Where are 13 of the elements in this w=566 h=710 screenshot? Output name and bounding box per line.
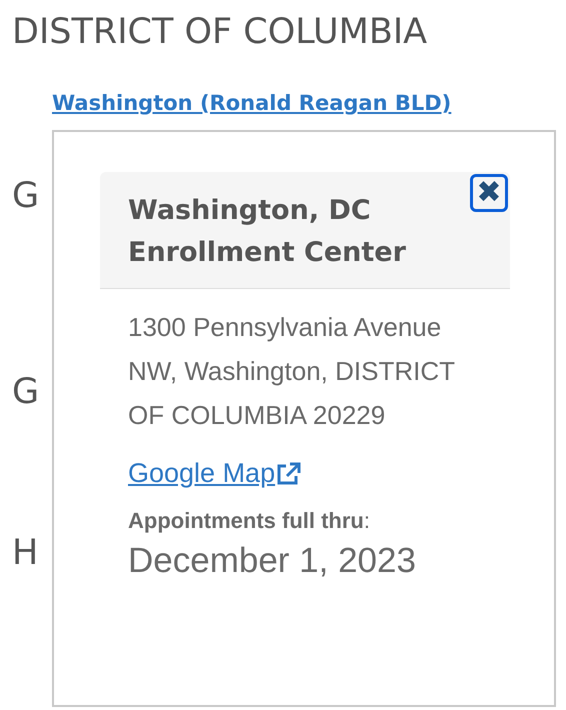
state-heading: G <box>12 370 40 414</box>
state-heading: DISTRICT OF COLUMBIA <box>12 11 428 54</box>
colon-text: : <box>364 506 370 534</box>
map-link[interactable]: Google Map <box>128 453 276 494</box>
availability-date: December 1, 2023 <box>128 540 417 582</box>
state-heading: G <box>12 174 40 218</box>
external-link-icon <box>275 462 302 486</box>
close-button[interactable]: ✖ <box>470 174 508 212</box>
address-text: 1300 Pennsylvania Avenue NW, Washington, DISTRICT OF COLUMBIA 20229 <box>128 311 456 432</box>
popup-title: Washington, DC Enrollment Center <box>128 194 407 270</box>
state-heading: H <box>12 532 38 574</box>
availability-label: Appointments full thru <box>128 506 364 535</box>
location-link[interactable]: Washington (Ronald Reagan BLD) <box>52 88 452 120</box>
